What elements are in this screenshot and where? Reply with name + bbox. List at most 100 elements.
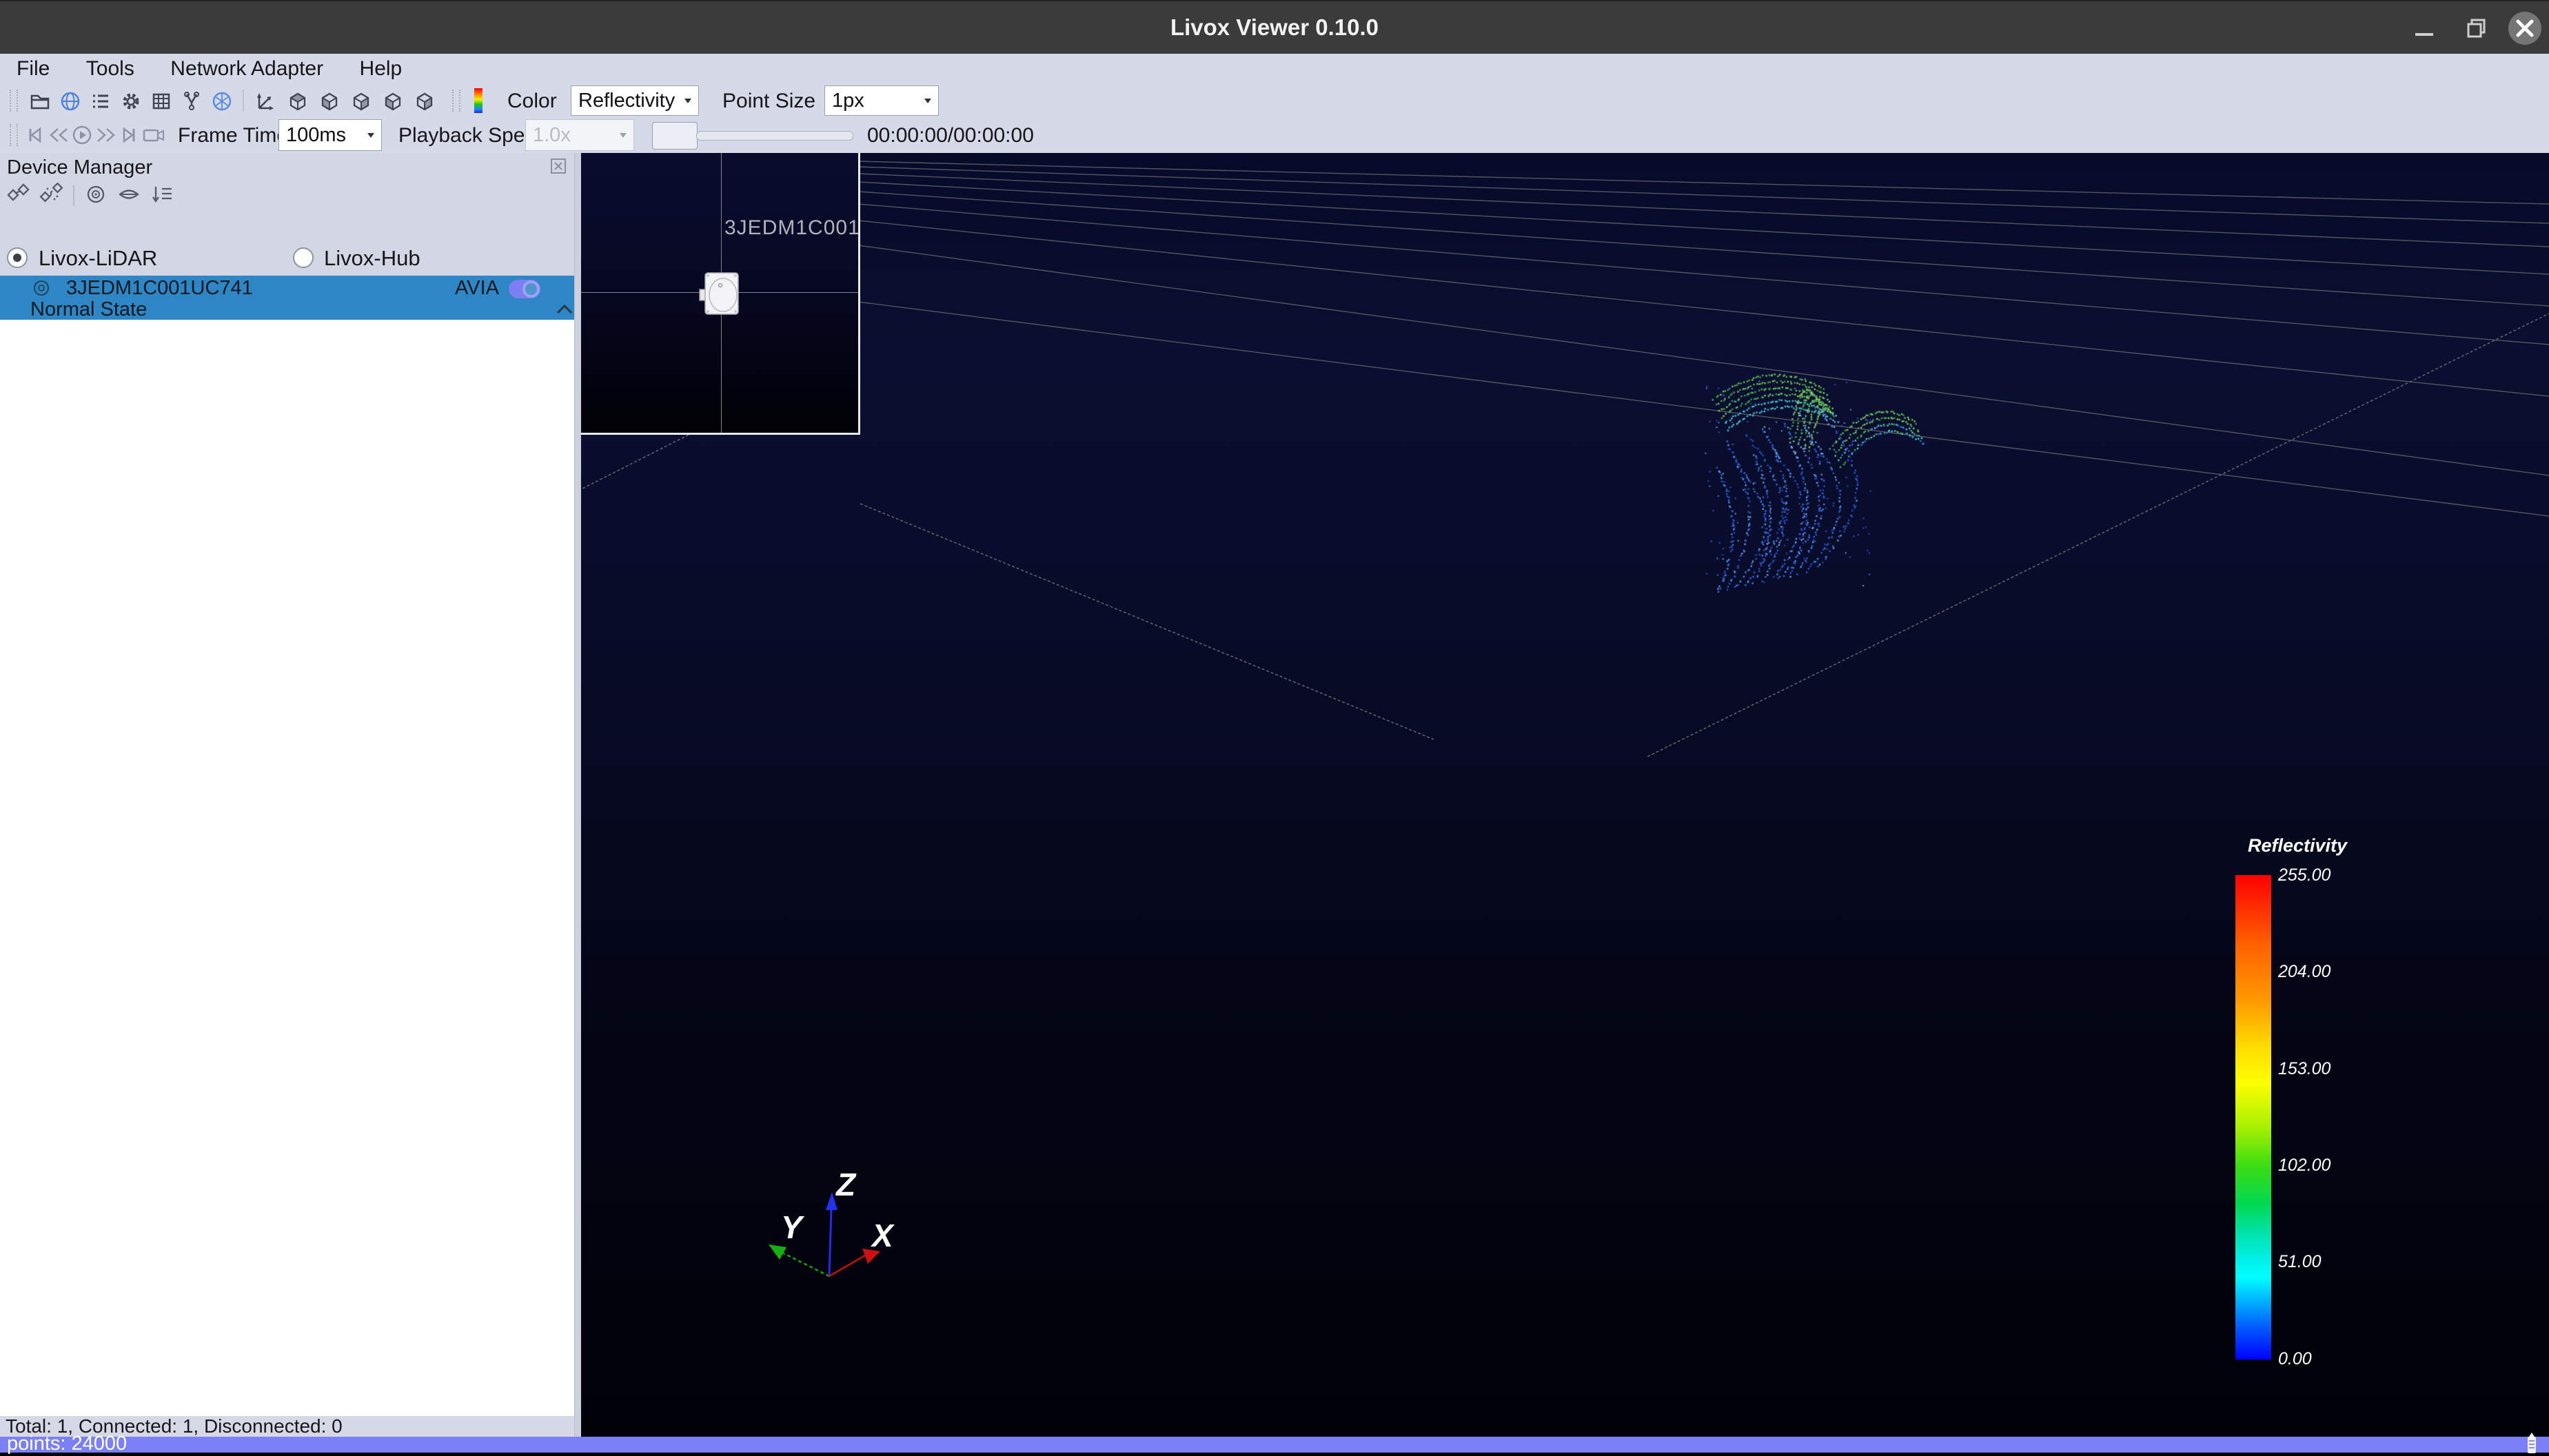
lidar-device-icon [697, 270, 745, 317]
list-icon [90, 90, 112, 112]
cube-view-front-button[interactable] [287, 90, 309, 112]
gear-icon [120, 90, 142, 112]
minimize-button[interactable] [2400, 1, 2448, 55]
playbar-drag-handle[interactable] [10, 124, 18, 146]
legend-tick: 153.00 [2278, 1059, 2330, 1079]
menu-network-adapter[interactable]: Network Adapter [154, 54, 340, 84]
radio-livox-lidar-label[interactable]: Livox-LiDAR [39, 246, 157, 271]
point-size-select-value: 1px [832, 90, 864, 112]
device-state: Normal State [30, 298, 147, 321]
show-all-button[interactable] [84, 183, 108, 209]
cube-view-iso-button[interactable] [414, 90, 436, 112]
frame-time-label: Frame Time [178, 124, 288, 147]
device-enable-toggle[interactable] [509, 280, 540, 298]
device-serial: 3JEDM1C001UC741 [66, 277, 253, 300]
color-label: Color [507, 90, 557, 113]
points-status-bar: points: 24000 [0, 1437, 2549, 1453]
first-frame-button[interactable] [25, 125, 45, 145]
color-select[interactable]: Reflectivity [571, 85, 699, 116]
lidar-mode-button[interactable] [59, 90, 81, 112]
timeline-slider-thumb[interactable] [652, 122, 698, 150]
cube-view-back-button[interactable] [318, 90, 341, 112]
panel-close-button[interactable] [551, 158, 566, 177]
cube-view-left-button[interactable] [350, 90, 372, 112]
point-size-label: Point Size [722, 90, 815, 113]
eye-icon [84, 183, 108, 206]
playback-time: 00:00:00/00:00:00 [867, 124, 1034, 147]
cube-iso-icon [414, 90, 436, 112]
restore-button[interactable] [2452, 1, 2501, 55]
sort-devices-button[interactable] [150, 183, 175, 209]
device-type-tabs: Livox-LiDAR Livox-Hub [0, 241, 574, 276]
legend-tick: 255.00 [2278, 865, 2330, 885]
frame-time-select[interactable]: 100ms [278, 119, 382, 151]
timeline-slider-track[interactable] [696, 131, 853, 141]
menu-file[interactable]: File [0, 54, 66, 84]
playback-toolbar: Frame Time 100ms Playback Speed 1.0x 00:… [0, 117, 2549, 154]
grid-table-button[interactable] [150, 90, 172, 112]
reflectivity-legend: Reflectivity 255.00 204.00 153.00 102.00… [2235, 835, 2442, 1400]
chevron-down-icon [924, 99, 931, 103]
eye-off-icon [117, 183, 141, 206]
device-row[interactable]: 3JEDM1C001UC741 AVIA Normal State [0, 276, 574, 320]
menu-tools[interactable]: Tools [70, 54, 151, 84]
minimize-icon [2414, 18, 2435, 39]
device-model-badge: AVIA [455, 277, 499, 300]
chevron-down-icon [684, 99, 691, 103]
chevron-down-icon [620, 133, 627, 138]
menu-help[interactable]: Help [343, 54, 419, 84]
radio-livox-lidar[interactable] [7, 247, 28, 268]
measure-tool-button[interactable] [181, 90, 203, 112]
radio-livox-hub[interactable] [293, 247, 314, 268]
legend-tick: 0.00 [2278, 1349, 2312, 1369]
device-eye-icon[interactable] [32, 278, 51, 298]
axis-view-button[interactable] [254, 90, 276, 112]
connect-device-button[interactable] [7, 183, 30, 209]
device-manager-panel: Device Manager Livox-LiDAR Livox-Hub 3JE… [0, 153, 574, 1437]
device-manager-title: Device Manager [7, 154, 152, 181]
close-button[interactable] [2501, 1, 2549, 55]
sort-list-icon [150, 183, 175, 206]
globe-icon [59, 90, 81, 112]
fast-forward-button[interactable] [95, 125, 116, 145]
axis-z-label: Z [836, 1166, 855, 1203]
cube-view-top-button[interactable] [382, 90, 404, 112]
device-manager-header: Device Manager [0, 153, 574, 241]
disconnect-device-button[interactable] [40, 183, 63, 209]
rewind-button[interactable] [48, 125, 69, 145]
device-list-button[interactable] [90, 90, 112, 112]
camera-icon [142, 125, 165, 145]
sphere-view-button[interactable] [211, 90, 233, 112]
last-frame-button[interactable] [119, 125, 139, 145]
point-size-select[interactable]: 1px [824, 85, 939, 116]
record-button[interactable] [142, 125, 165, 145]
window-title: Livox Viewer 0.10.0 [0, 1, 2549, 54]
status-grip-icon[interactable] [2524, 1428, 2539, 1456]
axis-x-label: X [872, 1217, 893, 1254]
hide-all-button[interactable] [117, 183, 141, 209]
toolbar-drag-handle[interactable] [10, 90, 18, 112]
axis-icon [254, 90, 276, 112]
caliper-icon [181, 90, 203, 112]
pointcloud-viewport[interactable]: 3JEDM1C001UC Z Y X [581, 153, 2549, 1437]
axis-y-label: Y [781, 1209, 802, 1246]
cube-left-icon [350, 90, 372, 112]
play-button[interactable] [72, 125, 92, 145]
cube-top-icon [382, 90, 404, 112]
folder-icon [29, 90, 51, 112]
toggle-knob [522, 280, 540, 298]
settings-button[interactable] [120, 90, 142, 112]
app-window: Livox Viewer 0.10.0 File Tools Network A… [0, 0, 2549, 1453]
radio-livox-hub-label[interactable]: Livox-Hub [324, 246, 420, 271]
menu-bar: File Tools Network Adapter Help [0, 54, 2549, 85]
legend-tick: 51.00 [2278, 1252, 2322, 1272]
open-file-button[interactable] [29, 90, 51, 112]
wireframe-sphere-icon [211, 90, 233, 112]
cube-front-icon [287, 90, 309, 112]
play-icon [72, 125, 92, 145]
collapse-chevron-icon[interactable] [556, 300, 573, 318]
toolbar-drag-handle-2[interactable] [452, 90, 460, 112]
device-manager-toolbar [0, 181, 175, 211]
preview-device-label: 3JEDM1C001UC [724, 216, 860, 240]
skip-end-icon [119, 125, 139, 145]
